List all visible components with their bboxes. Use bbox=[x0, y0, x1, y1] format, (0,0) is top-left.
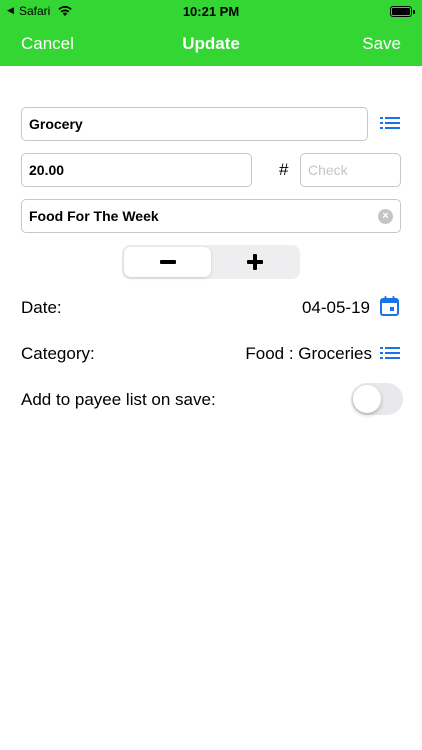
plus-icon bbox=[246, 254, 263, 270]
sign-segmented-control bbox=[122, 245, 300, 279]
status-bar: ◀ Safari 10:21 PM bbox=[0, 0, 422, 22]
navigation-bar: Cancel Update Save bbox=[0, 22, 422, 66]
plus-segment[interactable] bbox=[211, 247, 298, 277]
payee-value: Grocery bbox=[29, 116, 83, 132]
status-time: 10:21 PM bbox=[182, 4, 240, 19]
minus-icon bbox=[159, 260, 176, 264]
check-number-field[interactable]: Check bbox=[300, 153, 401, 187]
save-button[interactable]: Save bbox=[362, 34, 401, 54]
memo-field[interactable]: Food For The Week × bbox=[21, 199, 401, 233]
battery-icon bbox=[390, 6, 415, 17]
check-placeholder: Check bbox=[308, 162, 348, 178]
check-number-label: # bbox=[279, 160, 289, 179]
amount-field[interactable]: 20.00 bbox=[21, 153, 252, 187]
date-value[interactable]: 04-05-19 bbox=[302, 298, 370, 318]
minus-segment[interactable] bbox=[124, 247, 211, 277]
top-bar: ◀ Safari 10:21 PM Cancel Update Save bbox=[0, 0, 422, 66]
calendar-icon[interactable] bbox=[380, 296, 399, 316]
clear-icon[interactable]: × bbox=[378, 209, 393, 224]
add-payee-toggle[interactable] bbox=[351, 383, 403, 415]
add-payee-label: Add to payee list on save: bbox=[21, 390, 216, 409]
category-value[interactable]: Food : Groceries bbox=[245, 344, 372, 364]
memo-value: Food For The Week bbox=[29, 208, 159, 224]
payee-list-icon[interactable] bbox=[380, 117, 400, 131]
page-title: Update bbox=[182, 34, 240, 53]
amount-value: 20.00 bbox=[29, 162, 65, 178]
category-label: Category: bbox=[21, 344, 95, 363]
date-label: Date: bbox=[21, 298, 62, 317]
payee-field[interactable]: Grocery bbox=[21, 107, 368, 141]
category-list-icon[interactable] bbox=[380, 347, 400, 361]
toggle-knob bbox=[353, 385, 381, 413]
